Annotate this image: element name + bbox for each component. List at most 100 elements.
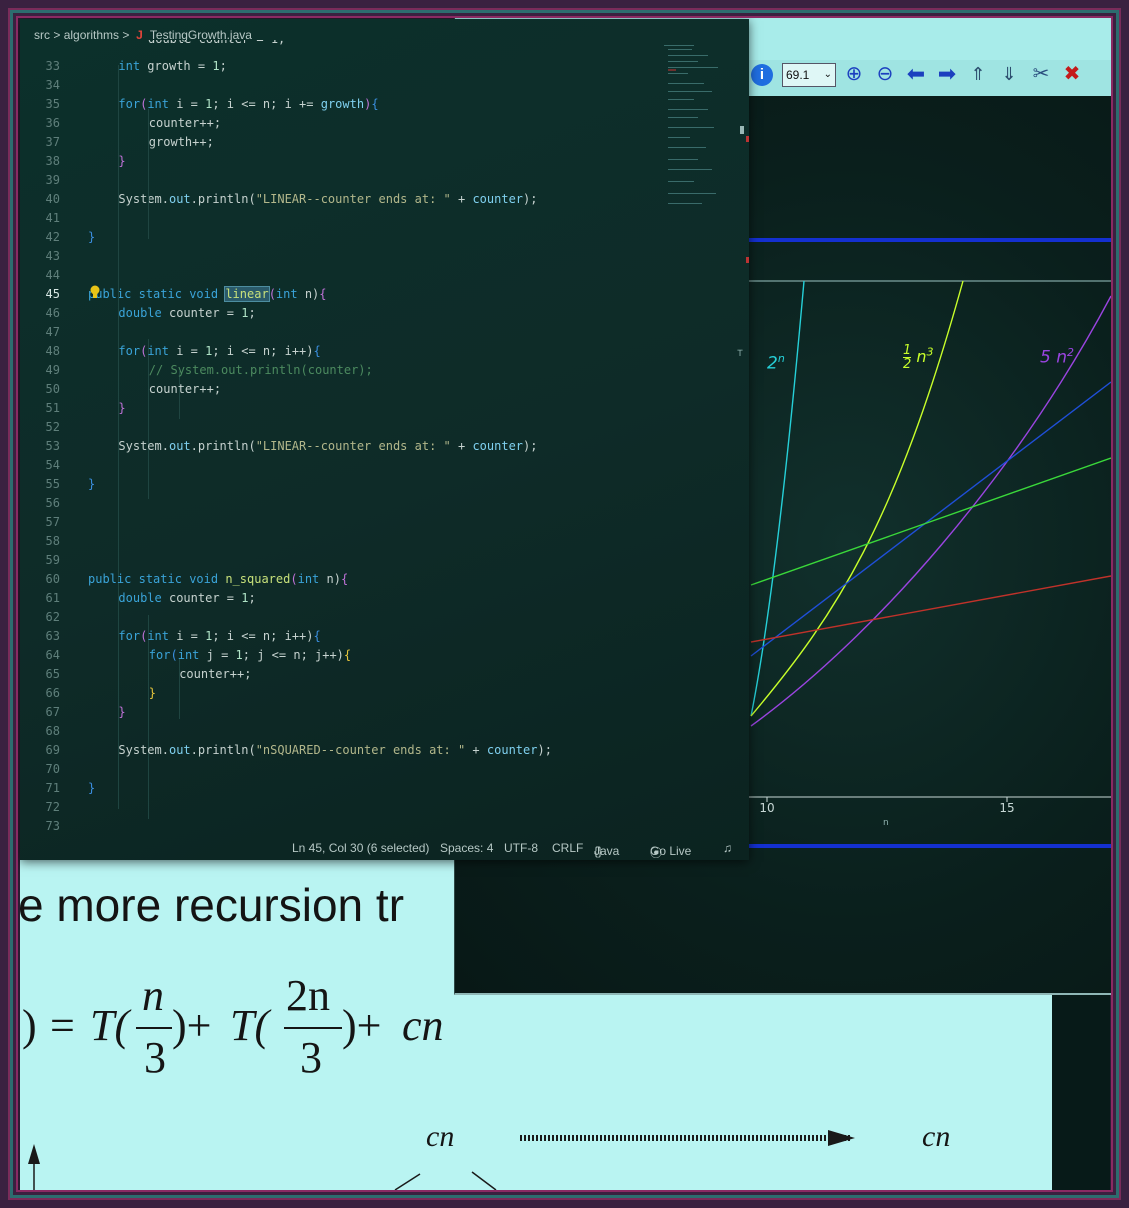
code-line[interactable]: 58: [20, 532, 660, 551]
code-line[interactable]: 41: [20, 209, 660, 228]
slide-dark-edge: [1052, 993, 1110, 1190]
code-line[interactable]: 54: [20, 456, 660, 475]
code-line[interactable]: 69 System.out.println("nSQUARED--counter …: [20, 741, 660, 760]
label-2n: 2n: [767, 352, 785, 374]
code-line[interactable]: 61 double counter = 1;: [20, 589, 660, 608]
line-number: 35: [45, 97, 60, 111]
code-text: growth++;: [148, 135, 214, 149]
zoom-level-value: 69.1: [786, 68, 810, 82]
status-encoding[interactable]: UTF-8: [504, 841, 538, 855]
page-down-icon[interactable]: ⇓: [998, 63, 1020, 85]
code-text: System.out.println("LINEAR--counter ends…: [118, 192, 538, 206]
line-number: 67: [45, 705, 60, 719]
code-line[interactable]: 55}: [20, 475, 660, 494]
code-text: double counter = 1;: [118, 591, 256, 605]
code-line[interactable]: 42}: [20, 228, 660, 247]
code-line[interactable]: 39: [20, 171, 660, 190]
code-line[interactable]: 60 public static void n_squared(int n){: [20, 570, 660, 589]
code-line[interactable]: 67}: [20, 703, 660, 722]
code-line[interactable]: 37 growth++;: [20, 133, 660, 152]
label-5n2: 5 n2: [1040, 346, 1075, 368]
line-number: 61: [45, 591, 60, 605]
code-line[interactable]: 50 counter++;: [20, 380, 660, 399]
eq-frac1-bar: [136, 1027, 172, 1029]
code-line[interactable]: 40 System.out.println("LINEAR--counter en…: [20, 190, 660, 209]
code-line[interactable]: 73: [20, 817, 660, 836]
collapse-icon[interactable]: ⊤: [737, 348, 743, 359]
code-line[interactable]: 48 for(int i = 1; i <= n; i++){: [20, 342, 660, 361]
code-line[interactable]: 33 int growth = 1;: [20, 57, 660, 76]
code-text: }: [118, 401, 126, 415]
code-line[interactable]: 47: [20, 323, 660, 342]
line-number: 54: [45, 458, 60, 472]
status-bar: Ln 45, Col 30 (6 selected) Spaces: 4 UTF…: [292, 841, 732, 860]
line-number: 68: [45, 724, 60, 738]
up-arrow-head: [28, 1144, 40, 1164]
code-text: for(int i = 1; i <= n; i++){: [118, 344, 321, 358]
code-text: // System.out.println(counter);: [148, 363, 373, 377]
eq-lhs: ): [22, 1001, 37, 1050]
code-line[interactable]: 65 counter++;: [20, 665, 660, 684]
status-eol[interactable]: CRLF: [552, 841, 583, 855]
code-line[interactable]: 53 System.out.println("LINEAR--counter en…: [20, 437, 660, 456]
minimap[interactable]: [660, 43, 740, 213]
exit-icon[interactable]: ✖: [1061, 63, 1083, 85]
line-number: 59: [45, 553, 60, 567]
code-editor[interactable]: src > algorithms > J TestingGrowth.java …: [20, 19, 749, 860]
eq-t2: T(: [230, 1001, 270, 1050]
info-icon[interactable]: i: [751, 64, 773, 86]
line-number: 33: [45, 59, 60, 73]
code-line[interactable]: 71}: [20, 779, 660, 798]
tools-icon[interactable]: ✂: [1030, 63, 1052, 85]
lightbulb-icon[interactable]: [90, 285, 100, 299]
x-ticks: 101520: [759, 797, 1015, 815]
line-number: 38: [45, 154, 60, 168]
code-line[interactable]: 66}: [20, 684, 660, 703]
code-line[interactable]: 34: [20, 76, 660, 95]
code-line[interactable]: 72: [20, 798, 660, 817]
code-line[interactable]: 59: [20, 551, 660, 570]
code-line[interactable]: 43: [20, 247, 660, 266]
code-line[interactable]: 57: [20, 513, 660, 532]
scrollbar-marker[interactable]: [740, 126, 744, 134]
status-cursor-position[interactable]: Ln 45, Col 30 (6 selected): [292, 841, 429, 855]
status-indentation[interactable]: Spaces: 4: [440, 841, 493, 855]
zoom-in-icon[interactable]: ⊕: [843, 63, 865, 85]
code-line[interactable]: 62: [20, 608, 660, 627]
line-number: 52: [45, 420, 60, 434]
code-line[interactable]: 51}: [20, 399, 660, 418]
arrow-left-icon[interactable]: ⬅: [905, 63, 927, 85]
arrow-right-icon[interactable]: ➡: [936, 63, 958, 85]
code-line[interactable]: 49 // System.out.println(counter);: [20, 361, 660, 380]
zoom-level-select[interactable]: 69.1 ⌄: [782, 63, 836, 87]
page-up-icon[interactable]: ⇑: [967, 63, 989, 85]
tree-edge-right: [471, 1171, 497, 1190]
code-line[interactable]: 35 for(int i = 1; i <= n; i += growth){: [20, 95, 660, 114]
tree-edge-left: [394, 1173, 421, 1190]
code-text: System.out.println("LINEAR--counter ends…: [118, 439, 538, 453]
line-number: 58: [45, 534, 60, 548]
eq-frac2-den: 3: [300, 1033, 322, 1082]
code-line[interactable]: 68: [20, 722, 660, 741]
code-line[interactable]: 70: [20, 760, 660, 779]
bell-icon[interactable]: ♫: [723, 841, 732, 855]
code-line[interactable]: 45 public static void linear(int n){: [20, 285, 660, 304]
code-line[interactable]: 52: [20, 418, 660, 437]
code-line[interactable]: 64 for(int j = 1; j <= n; j++){: [20, 646, 660, 665]
line-number: 50: [45, 382, 60, 396]
code-line[interactable]: 38}: [20, 152, 660, 171]
line-number: 49: [45, 363, 60, 377]
code-line[interactable]: 63 for(int i = 1; i <= n; i++){: [20, 627, 660, 646]
code-line[interactable]: 46 double counter = 1;: [20, 304, 660, 323]
code-line[interactable]: 44: [20, 266, 660, 285]
code-line[interactable]: 56: [20, 494, 660, 513]
eq-plus2: )+: [342, 1001, 382, 1050]
line-number: 40: [45, 192, 60, 206]
code-line[interactable]: 36 counter++;: [20, 114, 660, 133]
scrollbar-marker-red: [746, 257, 749, 263]
code-text: counter++;: [179, 667, 252, 681]
zoom-out-icon[interactable]: ⊖: [874, 63, 896, 85]
line-number: 62: [45, 610, 60, 624]
label-half-n3: 1 2 n3: [903, 343, 934, 372]
eq-plus1: )+: [172, 1001, 212, 1050]
